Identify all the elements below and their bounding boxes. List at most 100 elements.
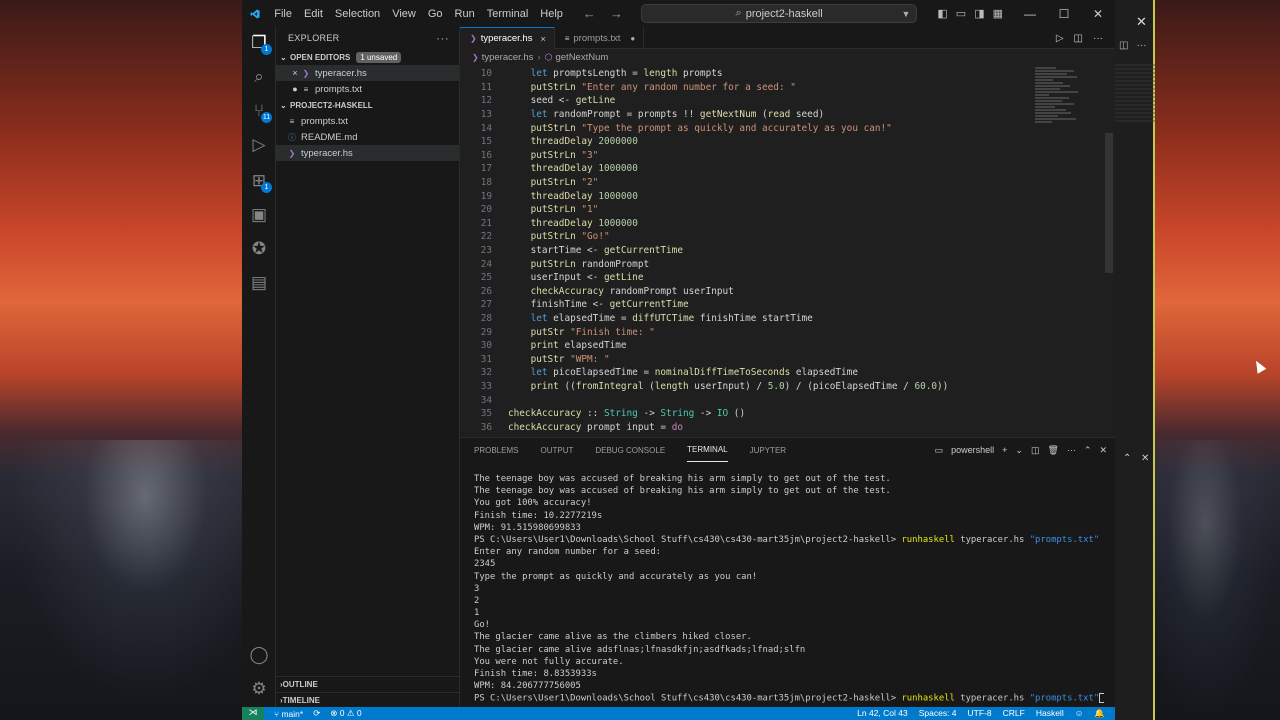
- branch-indicator[interactable]: ⑂ main*: [274, 709, 303, 719]
- tab-terminal[interactable]: TERMINAL: [687, 438, 728, 462]
- forward-arrow-icon[interactable]: →: [610, 6, 623, 21]
- tab-prompts[interactable]: ≡ prompts.txt ●: [555, 27, 645, 49]
- split-terminal-icon[interactable]: ◫: [1031, 445, 1040, 456]
- code-line[interactable]: 12 seed <- getLine: [460, 94, 1100, 108]
- code-line[interactable]: 24 putStrLn randomPrompt: [460, 257, 1100, 271]
- tab-debug-console[interactable]: DEBUG CONSOLE: [595, 438, 665, 462]
- indentation[interactable]: Spaces: 4: [919, 708, 957, 719]
- shell-label[interactable]: powershell: [951, 445, 994, 455]
- code-line[interactable]: 16 putStrLn "3": [460, 149, 1100, 163]
- menu-edit[interactable]: Edit: [298, 8, 329, 20]
- code-line[interactable]: 30 print elapsedTime: [460, 339, 1100, 353]
- chevron-up-icon[interactable]: ⌃: [1123, 453, 1131, 464]
- terminal-output[interactable]: The teenage boy was accused of breaking …: [474, 474, 1104, 706]
- open-editors-section[interactable]: ⌄ OPEN EDITORS 1 unsaved: [276, 49, 459, 65]
- back-arrow-icon[interactable]: ←: [583, 6, 596, 21]
- project-section[interactable]: ⌄ PROJECT2-HASKELL: [276, 97, 459, 113]
- python-icon[interactable]: ✪: [247, 237, 271, 261]
- feedback-icon[interactable]: ☺: [1075, 708, 1084, 719]
- code-line[interactable]: 10 let promptsLength = length prompts: [460, 67, 1100, 81]
- chevron-down-icon[interactable]: ▼: [901, 9, 910, 19]
- outline-section[interactable]: › OUTLINE: [276, 676, 460, 692]
- split-editor-icon[interactable]: ◫: [1119, 40, 1128, 51]
- code-line[interactable]: 18 putStrLn "2": [460, 176, 1100, 190]
- close-panel-icon[interactable]: ✕: [1099, 445, 1107, 456]
- code-line[interactable]: 13 let randomPrompt = prompts !! getNext…: [460, 108, 1100, 122]
- file-typeracer-hs[interactable]: ❯ typeracer.hs: [276, 145, 459, 161]
- close-editor-icon[interactable]: ×: [290, 68, 300, 78]
- more-actions-icon[interactable]: ···: [1093, 33, 1103, 44]
- tab-typeracer[interactable]: ❯ typeracer.hs ×: [460, 27, 555, 49]
- code-line[interactable]: 21 threadDelay 1000000: [460, 217, 1100, 231]
- run-debug-icon[interactable]: ▷: [247, 133, 271, 157]
- code-line[interactable]: 26 checkAccuracy randomPrompt userInput: [460, 285, 1100, 299]
- language-mode[interactable]: Haskell: [1036, 708, 1064, 719]
- toggle-panel-icon[interactable]: ▭: [956, 7, 966, 20]
- close-tab-icon[interactable]: ×: [540, 34, 545, 44]
- code-line[interactable]: 35 checkAccuracy :: String -> String -> I…: [460, 407, 1100, 421]
- code-line[interactable]: 17 threadDelay 1000000: [460, 162, 1100, 176]
- close-icon[interactable]: ✕: [1081, 7, 1115, 21]
- breadcrumb-file[interactable]: typeracer.hs: [482, 52, 534, 63]
- unsaved-dot-icon[interactable]: ●: [290, 84, 300, 94]
- code-line[interactable]: 27 finishTime <- getCurrentTime: [460, 298, 1100, 312]
- code-line[interactable]: 33 print ((fromIntegral (length userInpu…: [460, 380, 1100, 394]
- trash-icon[interactable]: 🗑: [1047, 445, 1058, 456]
- unsaved-dot-icon[interactable]: ●: [630, 34, 635, 43]
- command-center-search[interactable]: ⌕ project2-haskell ▼: [640, 4, 918, 23]
- editor-scrollbar[interactable]: [1105, 133, 1113, 273]
- code-line[interactable]: 19 threadDelay 1000000: [460, 189, 1100, 203]
- more-actions-icon[interactable]: ···: [436, 31, 449, 45]
- code-line[interactable]: 14 putStrLn "Type the prompt as quickly …: [460, 121, 1100, 135]
- menu-help[interactable]: Help: [534, 8, 569, 20]
- menu-view[interactable]: View: [386, 8, 422, 20]
- code-line[interactable]: 22 putStrLn "Go!": [460, 230, 1100, 244]
- code-editor[interactable]: 10 let promptsLength = length prompts 11 …: [460, 67, 1100, 432]
- file-readme[interactable]: ⓘ README.md: [276, 129, 459, 145]
- code-line[interactable]: 20 putStrLn "1": [460, 203, 1100, 217]
- minimize-icon[interactable]: —: [1013, 7, 1047, 21]
- code-line[interactable]: 32 let picoElapsedTime = nominalDiffTime…: [460, 366, 1100, 380]
- notebook-icon[interactable]: ▤: [247, 271, 271, 295]
- problems-indicator[interactable]: ⊗ 0 ⚠ 0: [330, 708, 361, 719]
- maximize-panel-icon[interactable]: ⌃: [1084, 445, 1092, 456]
- file-prompts-txt[interactable]: ≡ prompts.txt: [276, 113, 459, 129]
- open-editor-typeracer[interactable]: × ❯ typeracer.hs: [276, 65, 459, 81]
- menu-run[interactable]: Run: [449, 8, 481, 20]
- more-actions-icon[interactable]: ···: [1067, 445, 1076, 455]
- menu-file[interactable]: File: [268, 8, 298, 20]
- search-icon[interactable]: ⌕: [247, 65, 271, 89]
- tab-output[interactable]: OUTPUT: [540, 438, 573, 462]
- line-ending[interactable]: CRLF: [1003, 708, 1025, 719]
- code-line[interactable]: 31 putStr "WPM: ": [460, 352, 1100, 366]
- menu-selection[interactable]: Selection: [329, 8, 386, 20]
- code-line[interactable]: 25 userInput <- getLine: [460, 271, 1100, 285]
- tab-problems[interactable]: PROBLEMS: [474, 438, 518, 462]
- cursor-position[interactable]: Ln 42, Col 43: [857, 708, 908, 719]
- minimap[interactable]: [1035, 67, 1105, 127]
- customize-layout-icon[interactable]: ▦: [993, 7, 1003, 20]
- open-editor-prompts[interactable]: ● ≡ prompts.txt: [276, 81, 459, 97]
- toggle-secondary-sidebar-icon[interactable]: ◨: [974, 7, 984, 20]
- code-line[interactable]: 15 threadDelay 2000000: [460, 135, 1100, 149]
- timeline-section[interactable]: › TIMELINE: [276, 692, 460, 708]
- account-icon[interactable]: ◯: [247, 643, 271, 667]
- code-line[interactable]: 34: [460, 393, 1100, 407]
- chevron-down-icon[interactable]: ⌄: [1015, 445, 1023, 456]
- code-line[interactable]: 11 putStrLn "Enter any random number for…: [460, 81, 1100, 95]
- more-actions-icon[interactable]: ···: [1136, 40, 1146, 51]
- maximize-icon[interactable]: ☐: [1047, 7, 1081, 21]
- code-line[interactable]: 28 let elapsedTime = diffUTCTime finishT…: [460, 312, 1100, 326]
- code-line[interactable]: 36 checkAccuracy prompt input = do: [460, 420, 1100, 432]
- tab-jupyter[interactable]: JUPYTER: [750, 438, 786, 462]
- menu-go[interactable]: Go: [422, 8, 449, 20]
- new-terminal-icon[interactable]: +: [1002, 445, 1007, 455]
- close-panel-icon[interactable]: ✕: [1141, 453, 1149, 464]
- close-icon[interactable]: ✕: [1136, 14, 1147, 30]
- sync-icon[interactable]: ⟳: [313, 708, 320, 719]
- code-line[interactable]: 29 putStr "Finish time: ": [460, 325, 1100, 339]
- breadcrumb-symbol[interactable]: getNextNum: [555, 52, 608, 63]
- remote-explorer-icon[interactable]: ▣: [247, 203, 271, 227]
- encoding[interactable]: UTF-8: [968, 708, 992, 719]
- run-icon[interactable]: ▷: [1056, 33, 1064, 44]
